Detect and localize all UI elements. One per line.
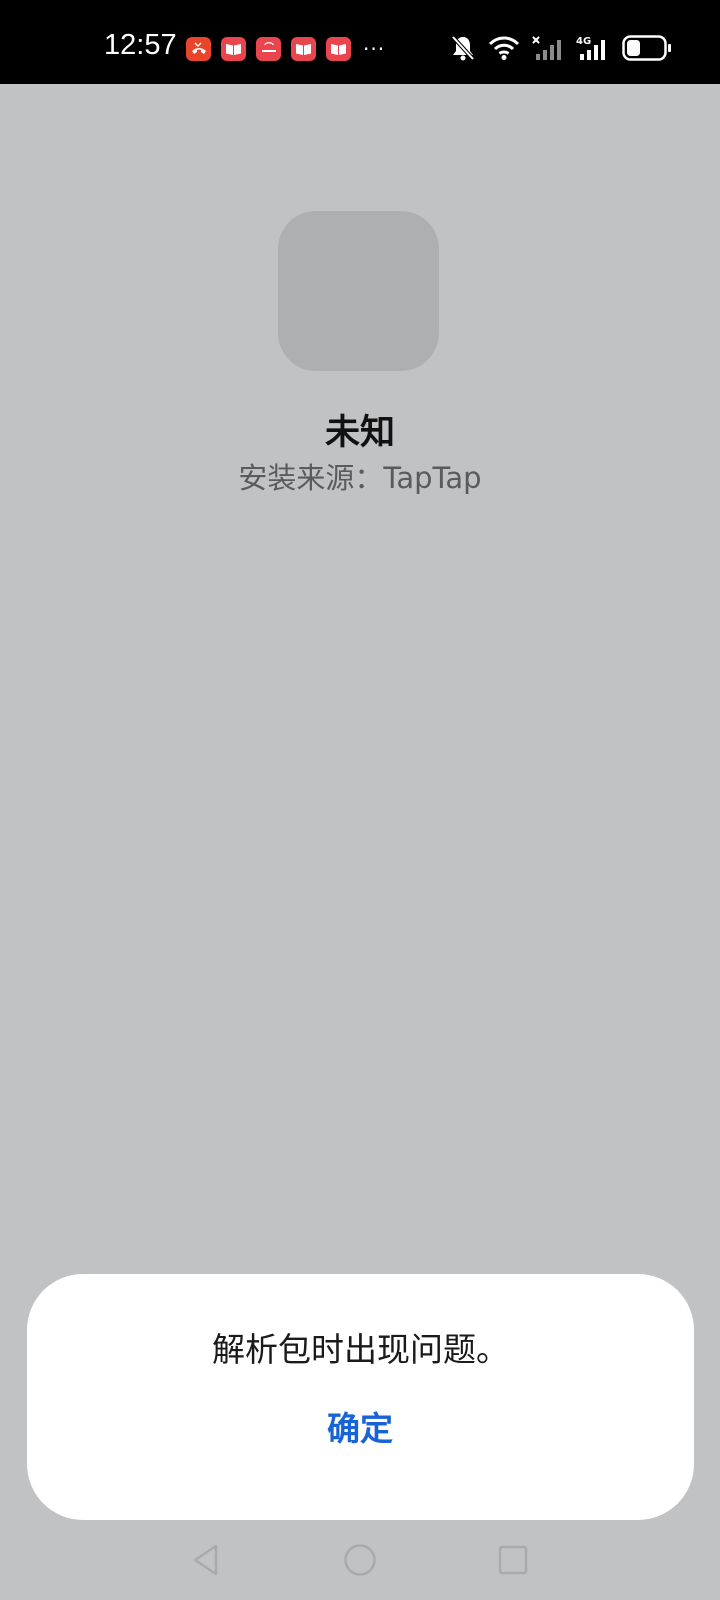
book-icon bbox=[291, 37, 316, 61]
wifi-icon bbox=[488, 35, 520, 61]
status-bar: 12:57 ··· 4G bbox=[0, 0, 720, 84]
book-icon bbox=[221, 37, 246, 61]
confirm-button[interactable]: 确定 bbox=[260, 1394, 460, 1464]
recents-icon[interactable] bbox=[483, 1530, 543, 1590]
back-icon[interactable] bbox=[176, 1530, 236, 1590]
home-icon[interactable] bbox=[330, 1530, 390, 1590]
signal-4g-icon: 4G bbox=[576, 35, 610, 61]
notification-icons: ··· bbox=[186, 36, 385, 62]
signal-no-sim-icon bbox=[532, 35, 564, 61]
dialog-message: 解析包时出现问题。 bbox=[212, 1330, 509, 1369]
status-time: 12:57 bbox=[104, 29, 177, 61]
app-icon-placeholder bbox=[278, 211, 439, 371]
more-notifications-icon: ··· bbox=[363, 37, 386, 61]
navigation-bar bbox=[0, 1530, 720, 1590]
app-name: 未知 bbox=[324, 413, 395, 453]
huawei-store-icon bbox=[256, 37, 281, 61]
bell-muted-icon bbox=[450, 34, 476, 62]
battery-icon bbox=[622, 35, 672, 61]
error-dialog: 解析包时出现问题。 确定 bbox=[27, 1274, 694, 1520]
book-icon bbox=[326, 37, 351, 61]
svg-text:4G: 4G bbox=[576, 36, 591, 47]
install-source: 安装来源：TapTap bbox=[238, 461, 482, 495]
missed-call-icon bbox=[186, 37, 211, 61]
system-icons: 4G bbox=[438, 32, 672, 64]
